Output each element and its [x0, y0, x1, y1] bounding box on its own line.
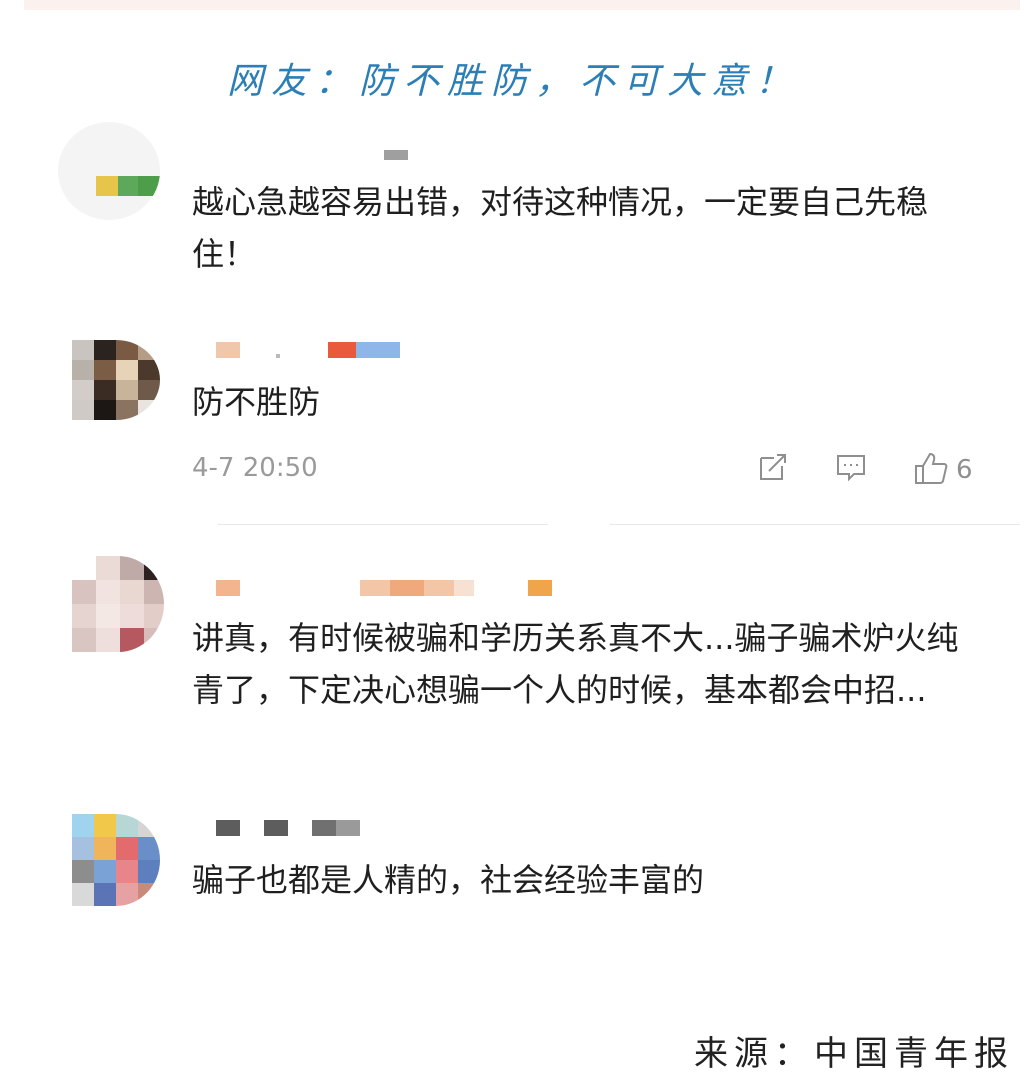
comment-text: 骗子也都是人精的，社会经验丰富的 [192, 861, 705, 899]
comment-divider [610, 524, 1020, 525]
comment-icon [834, 455, 868, 488]
username-masked[interactable] [384, 150, 408, 166]
like-count: 6 [956, 455, 973, 485]
username-masked[interactable] [216, 342, 400, 358]
repost-button[interactable] [756, 450, 790, 488]
avatar[interactable] [72, 814, 160, 906]
source-credit: 来源：中国青年报 [694, 1034, 1014, 1074]
thumbs-up-icon [912, 450, 950, 490]
comment-text: 讲真，有时候被骗和学历关系真不大...骗子骗术炉火纯青了，下定决心想骗一个人的时… [192, 619, 959, 709]
comment-text: 越心急越容易出错，对待这种情况，一定要自己先稳住！ [192, 183, 929, 273]
comment-text: 防不胜防 [192, 383, 321, 421]
username-masked[interactable] [216, 580, 552, 596]
reply-button[interactable] [834, 450, 868, 488]
comment-timestamp: 4-7 20:50 [192, 453, 318, 483]
avatar[interactable] [58, 122, 160, 220]
avatar[interactable] [72, 556, 164, 652]
comment-divider [218, 524, 548, 525]
repost-icon [756, 454, 790, 488]
avatar[interactable] [72, 340, 160, 420]
like-button[interactable]: 6 [912, 450, 973, 490]
section-headline: 网友：防不胜防，不可大意！ [226, 61, 799, 102]
top-banner-strip [24, 0, 1020, 10]
username-masked[interactable] [216, 820, 360, 836]
